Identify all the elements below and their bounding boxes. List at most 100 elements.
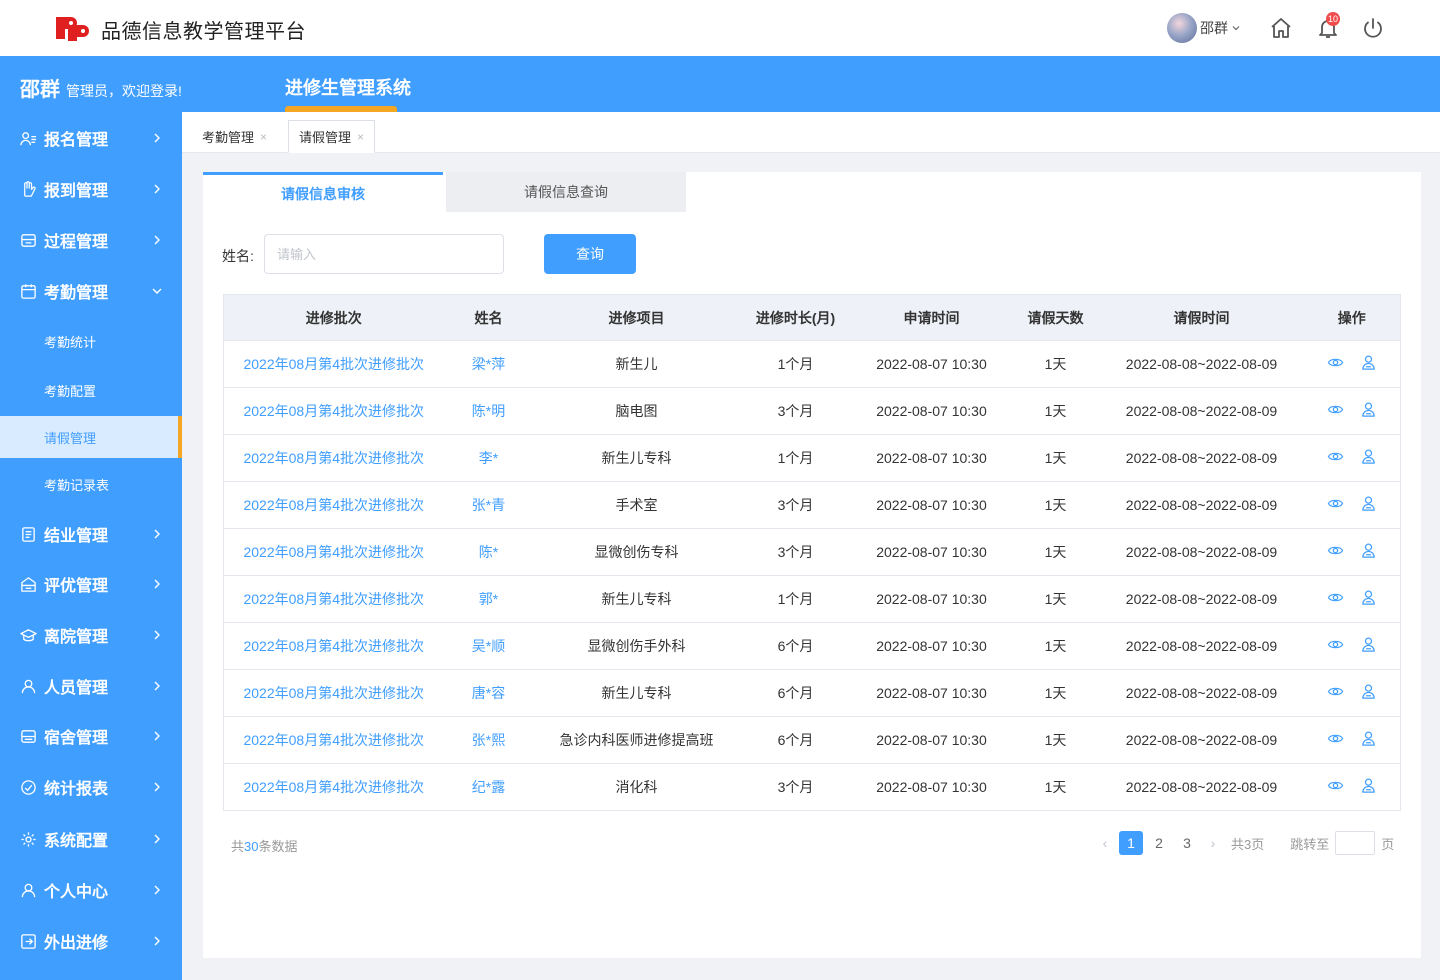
cell-batch[interactable]: 2022年08月第4批次进修批次 [223, 622, 444, 670]
sidebar-item-process[interactable]: 过程管理 [0, 215, 182, 265]
tab-leave-management[interactable]: 请假管理 × [288, 120, 376, 153]
view-icon[interactable] [1327, 589, 1344, 606]
page-button-2[interactable]: 2 [1147, 831, 1171, 855]
user-audit-icon[interactable] [1360, 777, 1377, 794]
table-header-row: 进修批次 姓名 进修项目 进修时长(月) 申请时间 请假天数 请假时间 操作 [223, 294, 1401, 341]
user-audit-icon[interactable] [1360, 636, 1377, 653]
query-button[interactable]: 查询 [544, 234, 636, 274]
chevron-right-icon [154, 731, 160, 741]
cell-name[interactable]: 张*熙 [443, 716, 534, 764]
close-icon[interactable]: × [260, 130, 267, 144]
sidebar-subitem-attendance-config[interactable]: 考勤配置 [0, 369, 182, 411]
close-icon[interactable]: × [357, 130, 364, 144]
cell-batch[interactable]: 2022年08月第4批次进修批次 [223, 575, 444, 623]
subtab-leave-query[interactable]: 请假信息查询 [446, 172, 686, 212]
view-icon[interactable] [1327, 636, 1344, 653]
cell-name[interactable]: 张*青 [443, 481, 534, 529]
user-audit-icon[interactable] [1360, 448, 1377, 465]
sidebar-item-label: 结业管理 [44, 528, 109, 545]
cell-actions [1303, 575, 1401, 623]
chevron-left-icon[interactable]: ‹ [1093, 835, 1117, 851]
sidebar-item-personnel[interactable]: 人员管理 [0, 661, 182, 711]
view-icon[interactable] [1327, 448, 1344, 465]
table-row: 2022年08月第4批次进修批次 陈* 显微创伤专科 3个月 2022-08-07 10… [223, 528, 1401, 576]
home-icon[interactable] [1269, 16, 1293, 40]
cell-name[interactable]: 纪*露 [443, 763, 534, 811]
cell-apply-time: 2022-08-07 10:30 [851, 387, 1012, 435]
sidebar-item-external-training[interactable]: 外出进修 [0, 916, 182, 966]
power-icon[interactable] [1361, 16, 1385, 40]
user-audit-icon[interactable] [1360, 589, 1377, 606]
sidebar-item-label: 人员管理 [44, 680, 109, 697]
user-name[interactable]: 邵群 [1200, 18, 1228, 38]
sidebar-subitem-attendance-stats[interactable]: 考勤统计 [0, 320, 182, 362]
cell-name[interactable]: 陈* [443, 528, 534, 576]
hand-icon [24, 180, 36, 197]
cell-batch[interactable]: 2022年08月第4批次进修批次 [223, 763, 444, 811]
name-input[interactable] [264, 234, 504, 274]
cell-leave-period: 2022-08-08~2022-08-09 [1099, 387, 1304, 435]
user-menu[interactable]: 邵群 [1167, 13, 1241, 43]
cell-apply-time: 2022-08-07 10:30 [851, 481, 1012, 529]
cell-apply-time: 2022-08-07 10:30 [851, 716, 1012, 764]
cell-project: 显微创伤手外科 [533, 622, 740, 670]
jump-page-input[interactable] [1335, 831, 1376, 855]
cell-leave-period: 2022-08-08~2022-08-09 [1099, 716, 1304, 764]
cell-project: 新生儿专科 [533, 434, 740, 482]
sidebar-item-reports[interactable]: 统计报表 [0, 762, 182, 812]
sidebar-item-personal-center[interactable]: 个人中心 [0, 865, 182, 915]
cell-batch[interactable]: 2022年08月第4批次进修批次 [223, 387, 444, 435]
pagination: ‹ 1 2 3 › 共3页 跳转至 页 [1093, 831, 1394, 855]
user-audit-icon[interactable] [1360, 401, 1377, 418]
cell-batch[interactable]: 2022年08月第4批次进修批次 [223, 528, 444, 576]
sidebar-subitem-leave-management[interactable]: 请假管理 [0, 416, 182, 458]
cell-batch[interactable]: 2022年08月第4批次进修批次 [223, 669, 444, 717]
page-button-3[interactable]: 3 [1175, 831, 1199, 855]
sidebar-item-system-config[interactable]: 系统配置 [0, 814, 182, 864]
user-audit-icon[interactable] [1360, 354, 1377, 371]
welcome-text: 管理员，欢迎登录! [66, 83, 182, 99]
cell-leave-period: 2022-08-08~2022-08-09 [1099, 763, 1304, 811]
cell-name[interactable]: 郭* [443, 575, 534, 623]
sidebar-item-label: 离院管理 [44, 629, 109, 646]
sidebar-item-registration[interactable]: 报名管理 [0, 113, 182, 163]
cell-name[interactable]: 陈*明 [443, 387, 534, 435]
cell-batch[interactable]: 2022年08月第4批次进修批次 [223, 340, 444, 388]
user-audit-icon[interactable] [1360, 683, 1377, 700]
view-icon[interactable] [1327, 730, 1344, 747]
view-icon[interactable] [1327, 683, 1344, 700]
cell-name[interactable]: 唐*容 [443, 669, 534, 717]
sidebar-item-graduation[interactable]: 结业管理 [0, 509, 182, 559]
cell-batch[interactable]: 2022年08月第4批次进修批次 [223, 716, 444, 764]
person-icon [21, 679, 36, 693]
view-icon[interactable] [1327, 354, 1344, 371]
view-icon[interactable] [1327, 777, 1344, 794]
subtab-leave-review[interactable]: 请假信息审核 [203, 172, 443, 212]
avatar[interactable] [1167, 13, 1197, 43]
tab-attendance[interactable]: 考勤管理 × [192, 120, 277, 153]
cell-project: 消化科 [533, 763, 740, 811]
user-audit-icon[interactable] [1360, 495, 1377, 512]
chevron-down-icon[interactable] [1231, 23, 1241, 33]
sidebar-item-departure[interactable]: 离院管理 [0, 610, 182, 660]
cell-name[interactable]: 吴*顺 [443, 622, 534, 670]
welcome-user-name: 邵群 [20, 79, 60, 101]
page-button-1[interactable]: 1 [1119, 831, 1143, 855]
cell-project: 新生儿 [533, 340, 740, 388]
system-title[interactable]: 进修生管理系统 [285, 74, 411, 100]
sidebar-item-checkin[interactable]: 报到管理 [0, 164, 182, 214]
cell-name[interactable]: 李* [443, 434, 534, 482]
sidebar-subitem-attendance-records[interactable]: 考勤记录表 [0, 463, 182, 505]
view-icon[interactable] [1327, 401, 1344, 418]
view-icon[interactable] [1327, 542, 1344, 559]
user-audit-icon[interactable] [1360, 542, 1377, 559]
chevron-right-icon[interactable]: › [1201, 835, 1225, 851]
sidebar-item-dormitory[interactable]: 宿舍管理 [0, 711, 182, 761]
sidebar-item-attendance[interactable]: 考勤管理 [0, 266, 182, 316]
view-icon[interactable] [1327, 495, 1344, 512]
cell-batch[interactable]: 2022年08月第4批次进修批次 [223, 481, 444, 529]
sidebar-item-evaluation[interactable]: 评优管理 [0, 559, 182, 609]
user-audit-icon[interactable] [1360, 730, 1377, 747]
cell-batch[interactable]: 2022年08月第4批次进修批次 [223, 434, 444, 482]
cell-name[interactable]: 梁*萍 [443, 340, 534, 388]
